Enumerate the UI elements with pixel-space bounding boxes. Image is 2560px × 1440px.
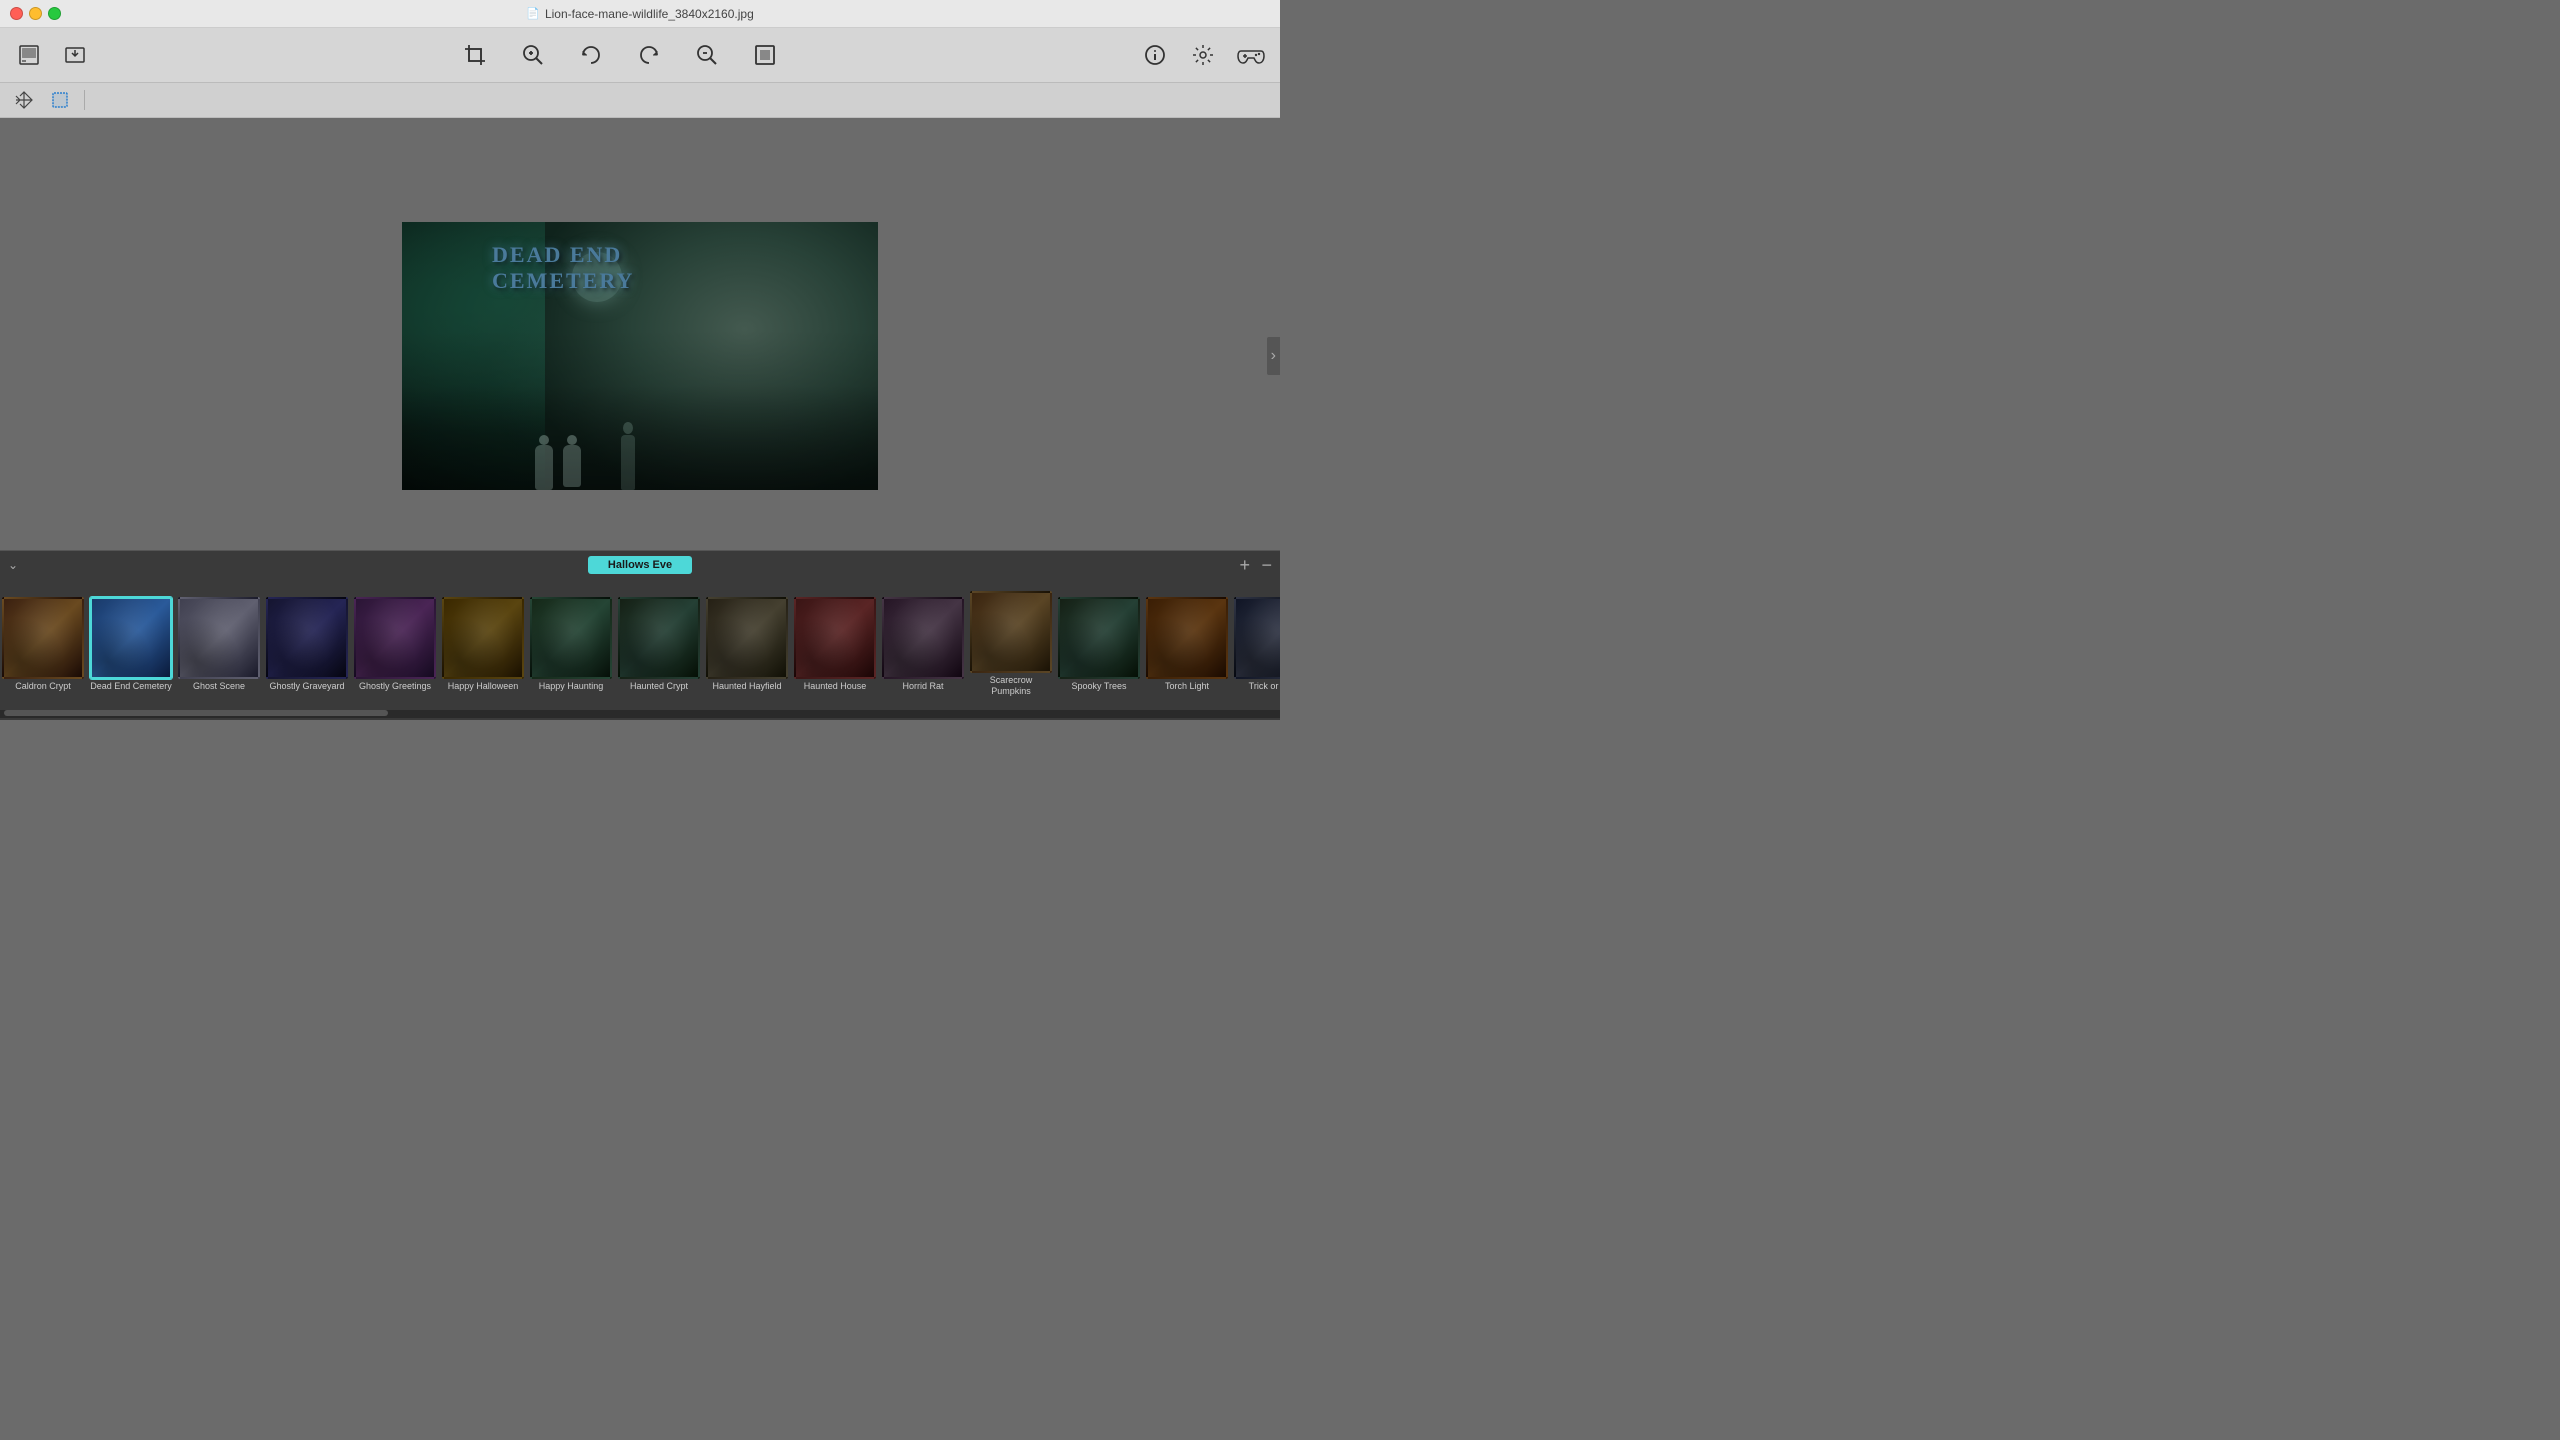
thumbnail-extra-1[interactable]: Trick or Treat bbox=[1232, 595, 1280, 694]
hallows-bar: ⌄ Hallows Eve + − bbox=[0, 551, 1280, 579]
thumbnail-image-haunted-house bbox=[796, 599, 874, 677]
thumbnail-label-happy-haunting: Happy Haunting bbox=[539, 681, 604, 692]
window-title: 📄 Lion-face-mane-wildlife_3840x2160.jpg bbox=[526, 7, 754, 21]
image-view-button[interactable] bbox=[10, 36, 48, 74]
scrollbar[interactable] bbox=[0, 710, 1280, 718]
thumbnail-image-scarecrow-pumpkins bbox=[972, 593, 1050, 671]
thumbnail-ghost-scene[interactable]: Ghost Scene bbox=[176, 595, 262, 694]
thumbnail-torch-light[interactable]: Torch Light bbox=[1144, 595, 1230, 694]
thumbnail-label-caldron-crypt: Caldron Crypt bbox=[15, 681, 71, 692]
rotate-left-button[interactable] bbox=[572, 36, 610, 74]
canvas-area: Dead End Cemetery › bbox=[0, 118, 1280, 593]
thumbnail-image-horrid-rat bbox=[884, 599, 962, 677]
file-icon: 📄 bbox=[526, 7, 540, 20]
import-button[interactable] bbox=[56, 36, 94, 74]
image-dark-overlay bbox=[402, 329, 878, 490]
thumbnail-image-caldron-crypt bbox=[4, 599, 82, 677]
thumbnail-label-dead-end-cemetery: Dead End Cemetery bbox=[90, 681, 172, 692]
thumbnail-haunted-crypt[interactable]: Haunted Crypt bbox=[616, 595, 702, 694]
secondary-toolbar bbox=[0, 83, 1280, 118]
thumbnail-label-spooky-trees: Spooky Trees bbox=[1071, 681, 1126, 692]
gamepad-button[interactable] bbox=[1232, 36, 1270, 74]
thumbnail-ghostly-graveyard[interactable]: Ghostly Graveyard bbox=[264, 595, 350, 694]
thumbnail-image-ghostly-greetings bbox=[356, 599, 434, 677]
thumbnail-horrid-rat[interactable]: Horrid Rat bbox=[880, 595, 966, 694]
toolbar-left bbox=[10, 36, 94, 74]
thumbnail-label-extra-1: Trick or Treat bbox=[1249, 681, 1280, 692]
thumbnail-image-extra-1 bbox=[1236, 599, 1280, 677]
toolbar-divider bbox=[84, 90, 85, 110]
thumbnail-image-ghost-scene bbox=[180, 599, 258, 677]
thumbnail-label-haunted-hayfield: Haunted Hayfield bbox=[712, 681, 781, 692]
minimize-button[interactable] bbox=[29, 7, 42, 20]
right-panel-toggle[interactable]: › bbox=[1267, 337, 1280, 375]
selection-tool-button[interactable] bbox=[46, 86, 74, 114]
thumbnail-image-ghostly-graveyard bbox=[268, 599, 346, 677]
titlebar: 📄 Lion-face-mane-wildlife_3840x2160.jpg bbox=[0, 0, 1280, 28]
thumbnail-label-torch-light: Torch Light bbox=[1165, 681, 1209, 692]
zoom-in-button[interactable] bbox=[514, 36, 552, 74]
collection-label: Hallows Eve bbox=[588, 556, 692, 574]
fit-button[interactable] bbox=[746, 36, 784, 74]
expand-icon[interactable]: ⌄ bbox=[8, 558, 18, 572]
info-button[interactable] bbox=[1136, 36, 1174, 74]
cemetery-text: Dead End Cemetery bbox=[492, 242, 634, 295]
crop-button[interactable] bbox=[456, 36, 494, 74]
thumbnail-label-horrid-rat: Horrid Rat bbox=[902, 681, 943, 692]
thumbnail-haunted-hayfield[interactable]: Haunted Hayfield bbox=[704, 595, 790, 694]
bottom-panel: ⌄ Hallows Eve + − Caldron Crypt Dead End … bbox=[0, 550, 1280, 720]
thumbnail-caldron-crypt[interactable]: Caldron Crypt bbox=[0, 595, 86, 694]
thumbnail-ghostly-greetings[interactable]: Ghostly Greetings bbox=[352, 595, 438, 694]
thumbnail-haunted-house[interactable]: Haunted House bbox=[792, 595, 878, 694]
thumbnail-image-haunted-crypt bbox=[620, 599, 698, 677]
toolbar-right bbox=[1136, 36, 1270, 74]
window-controls bbox=[10, 7, 61, 20]
thumbnail-label-ghostly-graveyard: Ghostly Graveyard bbox=[269, 681, 344, 692]
move-tool-button[interactable] bbox=[10, 86, 38, 114]
maximize-button[interactable] bbox=[48, 7, 61, 20]
remove-button[interactable]: − bbox=[1261, 555, 1272, 576]
rotate-right-button[interactable] bbox=[630, 36, 668, 74]
thumbnail-image-torch-light bbox=[1148, 599, 1226, 677]
thumbnail-image-haunted-hayfield bbox=[708, 599, 786, 677]
thumbnail-label-haunted-house: Haunted House bbox=[804, 681, 867, 692]
settings-button[interactable] bbox=[1184, 36, 1222, 74]
main-toolbar bbox=[0, 28, 1280, 83]
thumbnail-image-spooky-trees bbox=[1060, 599, 1138, 677]
thumbnail-label-scarecrow-pumpkins: Scarecrow Pumpkins bbox=[970, 675, 1052, 697]
thumbnail-label-haunted-crypt: Haunted Crypt bbox=[630, 681, 688, 692]
close-button[interactable] bbox=[10, 7, 23, 20]
thumbnail-image-happy-halloween bbox=[444, 599, 522, 677]
thumbnail-image-happy-haunting bbox=[532, 599, 610, 677]
thumbnail-scarecrow-pumpkins[interactable]: Scarecrow Pumpkins bbox=[968, 589, 1054, 699]
zoom-out-button[interactable] bbox=[688, 36, 726, 74]
thumbnail-label-happy-halloween: Happy Halloween bbox=[448, 681, 519, 692]
main-image: Dead End Cemetery bbox=[402, 222, 878, 490]
thumbnail-happy-halloween[interactable]: Happy Halloween bbox=[440, 595, 526, 694]
thumbnail-image-dead-end-cemetery bbox=[92, 599, 170, 677]
thumbnail-label-ghostly-greetings: Ghostly Greetings bbox=[359, 681, 431, 692]
thumbnail-spooky-trees[interactable]: Spooky Trees bbox=[1056, 595, 1142, 694]
add-button[interactable]: + bbox=[1239, 555, 1250, 576]
thumbnail-happy-haunting[interactable]: Happy Haunting bbox=[528, 595, 614, 694]
toolbar-center bbox=[108, 36, 1132, 74]
thumbnail-dead-end-cemetery[interactable]: Dead End Cemetery bbox=[88, 595, 174, 694]
thumbnail-label-ghost-scene: Ghost Scene bbox=[193, 681, 245, 692]
thumbnails-strip: Caldron Crypt Dead End Cemetery Ghost Scen… bbox=[0, 579, 1280, 709]
